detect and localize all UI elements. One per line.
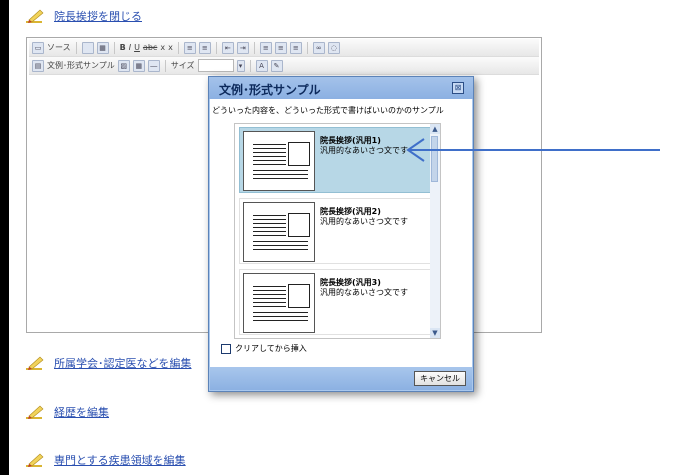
annotation-arrow (406, 138, 660, 162)
